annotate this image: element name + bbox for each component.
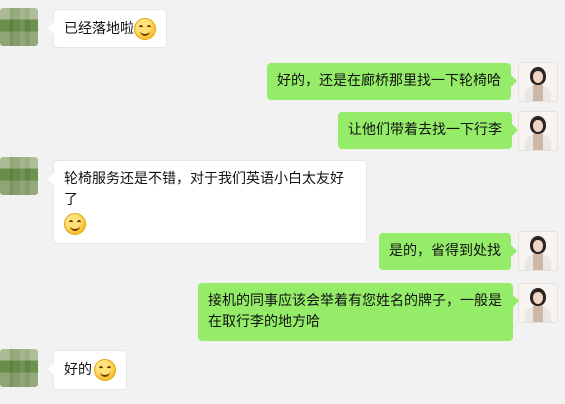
message-text-line: 在取行李的地方哈 <box>208 314 320 330</box>
contact-avatar[interactable] <box>0 349 38 387</box>
user-avatar[interactable] <box>518 111 558 151</box>
message-text: 是的，省得到处找 <box>389 243 501 259</box>
message-bubble-outgoing[interactable]: 让他们带着去找一下行李 <box>338 112 518 149</box>
message-text: 好的，还是在廊桥那里找一下轮椅哈 <box>277 73 501 89</box>
contact-avatar[interactable] <box>0 157 38 195</box>
user-avatar[interactable] <box>518 231 558 271</box>
smile-emoji-icon <box>134 18 156 40</box>
message-text: 让他们带着去找一下行李 <box>348 122 502 138</box>
message-bubble-incoming[interactable]: 轮椅服务还是不错，对于我们英语小白太友好了 <box>48 160 367 244</box>
chat-window: 已经落地啦 好的，还是在廊桥那里找一下轮椅哈 让他们带着去找一下行李 轮椅服务还… <box>0 0 565 404</box>
message-bubble-incoming[interactable]: 好的 <box>48 350 127 390</box>
message-text: 轮椅服务还是不错，对于我们英语小白太友好了 <box>64 171 344 208</box>
smile-emoji-icon <box>94 359 116 381</box>
message-text: 好的 <box>64 362 92 378</box>
contact-avatar[interactable] <box>0 8 38 46</box>
message-bubble-outgoing[interactable]: 好的，还是在廊桥那里找一下轮椅哈 <box>267 63 517 100</box>
message-text: 已经落地啦 <box>64 21 134 37</box>
user-avatar[interactable] <box>518 283 558 323</box>
smile-emoji-icon <box>64 213 86 235</box>
message-text-line: 接机的同事应该会举着有您姓名的牌子，一般是 <box>208 293 502 309</box>
user-avatar[interactable] <box>518 62 558 102</box>
message-bubble-outgoing[interactable]: 是的，省得到处找 <box>379 233 517 270</box>
message-bubble-incoming[interactable]: 已经落地啦 <box>48 9 167 48</box>
message-bubble-outgoing[interactable]: 接机的同事应该会举着有您姓名的牌子，一般是 在取行李的地方哈 <box>198 283 519 341</box>
